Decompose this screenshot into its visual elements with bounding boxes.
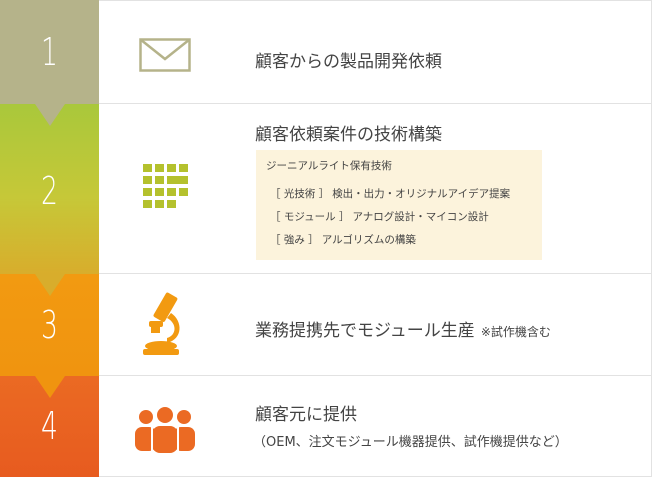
- technology-item-text: アルゴリズムの構築: [321, 234, 416, 246]
- technology-item: ［ モジュール ］ アナログ設計・マイコン設計: [270, 206, 532, 229]
- technology-item-tag: ［ 光技術 ］: [270, 188, 330, 200]
- technology-item-tag: ［ 強み ］: [270, 234, 319, 246]
- technology-item-text: アナログ設計・マイコン設計: [352, 211, 489, 223]
- step-number-1: 1: [41, 30, 58, 74]
- step-3-title-text: 業務提携先でモジュール生産: [255, 321, 475, 341]
- envelope-icon: [139, 38, 191, 72]
- process-flow-diagram: 1 2 3 4 顧客からの製品開発依頼 顧客依頼案件の技術構築 業務提携先でモジ…: [0, 0, 653, 477]
- technology-item: ［ 強み ］ アルゴリズムの構築: [270, 229, 532, 252]
- step-2-arrow-icon: [35, 274, 65, 296]
- step-3-note: ※試作機含む: [480, 325, 551, 339]
- technology-box: ジーニアルライト保有技術 ［ 光技術 ］ 検出・出力・オリジナルアイデア提案 ［ …: [256, 150, 542, 260]
- step-3-title: 業務提携先でモジュール生産 ※試作機含む: [255, 316, 551, 341]
- step-number-2: 2: [41, 169, 58, 213]
- step-4-title: 顧客元に提供: [255, 405, 357, 425]
- technology-item-text: 検出・出力・オリジナルアイデア提案: [332, 188, 511, 200]
- technology-item: ［ 光技術 ］ 検出・出力・オリジナルアイデア提案: [270, 183, 532, 206]
- step-1-title: 顧客からの製品開発依頼: [255, 52, 442, 72]
- step-number-3: 3: [41, 303, 58, 347]
- step-3-arrow-icon: [35, 376, 65, 398]
- step-2-title: 顧客依頼案件の技術構築: [255, 125, 442, 145]
- technology-item-tag: ［ モジュール ］: [270, 211, 350, 223]
- microscope-icon: [143, 292, 180, 355]
- step-number-4: 4: [41, 404, 58, 448]
- grid-icon: [143, 164, 188, 208]
- step-4-subtitle: （OEM、注文モジュール機器提供、試作機提供など）: [253, 435, 568, 450]
- team-icon: [135, 407, 195, 453]
- technology-box-heading: ジーニアルライト保有技術: [266, 160, 392, 172]
- step-1-arrow-icon: [35, 104, 65, 126]
